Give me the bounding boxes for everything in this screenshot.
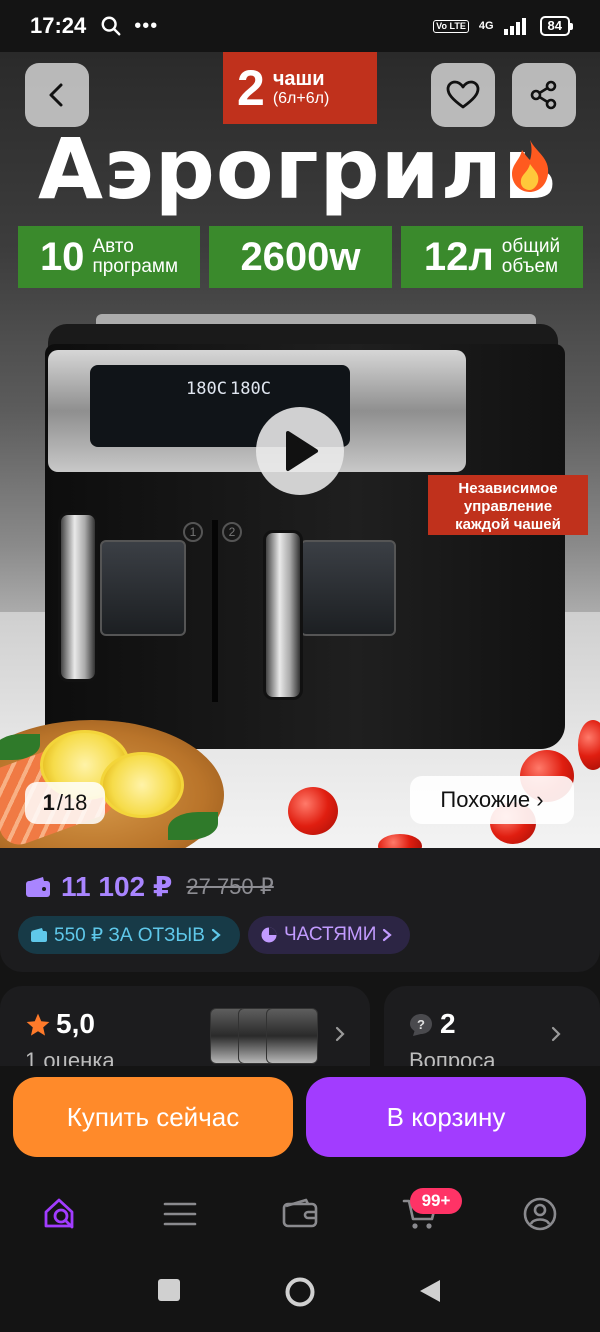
installments-chip[interactable]: ЧАСТЯМИ [248, 916, 410, 954]
rating-value: 5,0 [56, 1008, 95, 1039]
chevron-left-icon [49, 83, 63, 107]
heart-icon [446, 80, 480, 109]
question-bubble-icon: ? [410, 1014, 432, 1036]
search-icon [101, 16, 121, 36]
review-photo-thumb[interactable] [266, 1008, 318, 1064]
purchase-action-bar: Купить сейчас В корзину [0, 1066, 600, 1176]
star-icon [26, 1013, 50, 1036]
review-bonus-chip[interactable]: 550 ₽ ЗА ОТЗЫВ [18, 916, 240, 954]
wallet-icon [282, 1198, 318, 1228]
similar-products-button[interactable]: Похожие › [410, 776, 574, 824]
more-dots-icon: ••• [134, 14, 159, 37]
buy-now-button[interactable]: Купить сейчас [13, 1077, 293, 1157]
share-button[interactable] [512, 63, 576, 127]
basket-window-1 [100, 540, 186, 636]
questions-label: Вопроса [409, 1048, 496, 1066]
fire-icon [512, 140, 549, 192]
review-bonus-label: 550 ₽ ЗА ОТЗЫВ [54, 924, 205, 946]
feature-volume: 12л общий объем [401, 226, 583, 288]
price-row: 11 102 ₽ 27 750 ₽ [25, 870, 274, 903]
gallery-counter-total: /18 [56, 790, 88, 815]
chevron-right-icon [383, 928, 393, 942]
status-indicators: Vo LTE 4G 84 [433, 16, 574, 36]
bowls-text: чаши (6л+6л) [273, 68, 329, 108]
nav-catalog[interactable] [160, 1194, 200, 1234]
feature-label: Авто программ [92, 237, 178, 277]
independent-line3: каждой чашей [455, 516, 561, 533]
system-navigation [0, 1256, 600, 1332]
lemon-slice [100, 752, 184, 818]
basket-window-2 [300, 540, 396, 636]
questions-card[interactable]: ? 2 Вопроса [384, 986, 600, 1066]
profile-icon [523, 1197, 557, 1231]
feature-number: 10 [39, 234, 85, 279]
share-icon [530, 80, 557, 110]
feature-number: 12л [423, 234, 494, 279]
basket-handle-2 [263, 530, 303, 700]
bowls-word: чаши [272, 68, 325, 90]
back-triangle-icon[interactable] [418, 1278, 442, 1304]
panel-display-right: 180C [230, 379, 271, 399]
recent-apps-icon[interactable] [157, 1278, 181, 1302]
tomato [288, 787, 338, 835]
chevron-right-icon [551, 1026, 561, 1042]
back-button[interactable] [25, 63, 89, 127]
feature-label: общий объем [502, 237, 560, 277]
cart-count-badge: 99+ [410, 1188, 462, 1214]
menu-icon [163, 1202, 197, 1226]
feature-label-line1: общий [501, 236, 561, 257]
tomato [578, 720, 600, 770]
basket-number-2: 2 [222, 522, 242, 542]
fryer-divider [212, 520, 218, 702]
price-current: 11 102 ₽ [61, 871, 173, 902]
feature-power: 2600w [209, 226, 392, 288]
installments-label: ЧАСТЯМИ [284, 924, 377, 945]
network-label: 4G [478, 20, 494, 32]
gallery-counter-current: 1 [42, 790, 55, 815]
independent-line2: управление [463, 498, 553, 515]
home-icon[interactable] [284, 1276, 316, 1308]
panel-display-left: 180C [186, 379, 227, 399]
signal-icon [503, 18, 526, 35]
nav-home-search[interactable] [40, 1194, 80, 1234]
nav-profile[interactable] [520, 1194, 560, 1234]
play-video-button[interactable] [256, 407, 344, 495]
feature-label-line2: объем [501, 256, 559, 277]
price-old: 27 750 ₽ [186, 873, 274, 899]
status-bar: 17:24 ••• Vo LTE 4G 84 [0, 0, 600, 52]
bowls-sizes: (6л+6л) [272, 90, 330, 107]
questions-count: 2 [440, 1008, 456, 1039]
bowls-badge: 2 чаши (6л+6л) [223, 52, 377, 124]
play-icon [286, 431, 318, 471]
feature-label-line1: Авто [92, 236, 134, 257]
product-hero-title: Аэрогриль [38, 120, 558, 218]
status-time: 17:24 [30, 13, 87, 38]
feature-auto-programs: 10 Авто программ [18, 226, 200, 288]
bowls-count: 2 [237, 60, 265, 116]
chevron-right-icon [335, 1026, 345, 1042]
independent-line1: Независимое [458, 480, 558, 497]
feature-label-line2: программ [92, 256, 179, 277]
volte-icon: Vo LTE [433, 19, 469, 33]
wallet-price-icon [26, 876, 50, 897]
svg-text:?: ? [417, 1017, 425, 1032]
product-gallery[interactable]: 180C 180C 1 2 2 чаши (6л+6л) Аэрогриль 1… [0, 52, 600, 848]
home-search-icon [44, 1198, 74, 1229]
feature-number: 2600w [240, 234, 361, 279]
rating-card[interactable]: 5,0 1 оценка [0, 986, 370, 1066]
independent-control-badge: Независимое управление каждой чашей [428, 475, 588, 535]
chevron-right-icon [211, 928, 221, 942]
bottom-navigation: 99+ [0, 1176, 600, 1256]
price-card: 11 102 ₽ 27 750 ₽ 550 ₽ ЗА ОТЗЫВ ЧАСТЯМИ [0, 848, 600, 972]
basket-number-1: 1 [183, 522, 203, 542]
pie-chart-icon [261, 927, 277, 943]
battery-icon: 84 [539, 16, 574, 36]
wallet-icon [31, 928, 47, 942]
add-to-cart-button[interactable]: В корзину [306, 1077, 586, 1157]
nav-wallet[interactable] [280, 1194, 320, 1234]
rating-count: 1 оценка [25, 1048, 115, 1066]
gallery-counter: 1 /18 [25, 782, 105, 824]
basket-handle-1 [58, 512, 98, 682]
favorite-button[interactable] [431, 63, 495, 127]
